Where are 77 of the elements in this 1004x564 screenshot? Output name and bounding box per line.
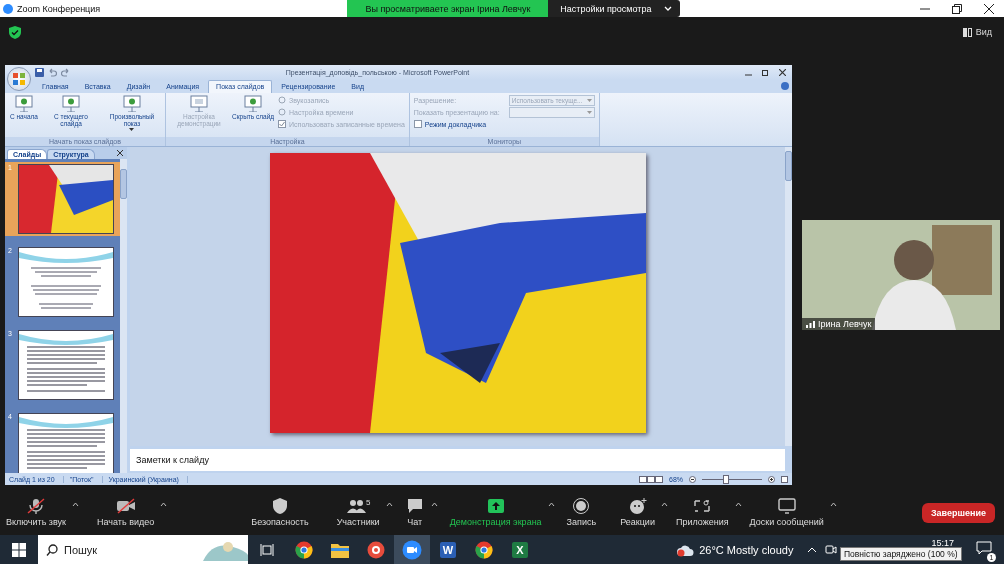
restore-icon[interactable] [952, 3, 962, 14]
notes-field[interactable]: Заметки к слайду [130, 449, 785, 471]
redo-icon[interactable] [61, 68, 70, 77]
toolbar-button[interactable]: Запись [564, 498, 599, 527]
close-icon[interactable] [117, 150, 123, 156]
caret-icon [586, 98, 592, 102]
chevron-up-icon[interactable] [807, 546, 818, 553]
signal-icon [806, 320, 815, 328]
sharing-banner: Вы просматриваете экран Ірина Левчук [347, 0, 549, 17]
excel-icon: X [512, 541, 528, 558]
window-title: Zoom Конференция [17, 3, 101, 14]
caret-icon[interactable] [660, 502, 668, 507]
weather-text[interactable]: 26°C Mostly cloudy [699, 543, 794, 556]
toolbar-button[interactable]: Демонстрация экрана [447, 498, 544, 527]
projector-screen-icon [62, 95, 80, 112]
chrome-icon [475, 540, 493, 559]
toolbar-button[interactable]: Чат [402, 498, 427, 527]
caret-icon [586, 110, 592, 114]
view-buttons-icon[interactable] [639, 475, 663, 483]
zoom-out-icon[interactable] [689, 475, 696, 483]
projector-screen-icon [244, 95, 262, 112]
windows-start-icon[interactable] [12, 542, 26, 557]
undo-icon[interactable] [48, 68, 57, 77]
toolbar-button[interactable]: Начать видео [95, 498, 157, 527]
task-view-icon[interactable] [260, 542, 274, 557]
scrollbar[interactable] [120, 159, 127, 473]
caret-icon[interactable] [734, 502, 742, 507]
scrollbar[interactable] [785, 147, 792, 446]
close-icon[interactable] [984, 3, 994, 14]
folder-icon [331, 541, 349, 558]
end-meeting-button[interactable]: Завершение [921, 502, 995, 523]
caret-icon[interactable] [72, 502, 80, 507]
projector-screen-icon [190, 95, 208, 112]
caret-icon[interactable] [547, 502, 555, 507]
checkbox-icon[interactable] [413, 120, 422, 128]
taskbar-app[interactable] [394, 535, 430, 564]
toolbar-button[interactable]: Включить звук [4, 498, 69, 527]
toolbar-button[interactable]: Реакции [618, 498, 657, 527]
close-icon[interactable] [779, 69, 786, 76]
zoom-logo-icon [3, 3, 13, 14]
participant-count: 5 [365, 498, 371, 507]
fit-window-icon[interactable] [781, 475, 788, 483]
shield-check-icon[interactable] [9, 25, 21, 39]
projector-screen-icon [15, 95, 33, 112]
circle-icon [278, 108, 287, 116]
taskbar-app[interactable]: W [430, 535, 466, 564]
circle-icon [278, 96, 287, 104]
zoom-in-icon[interactable] [768, 475, 775, 483]
participant-name: Ірина Левчук [802, 318, 876, 330]
search-field[interactable]: Пошук [38, 535, 248, 564]
projector-screen-icon [123, 95, 141, 112]
video-camera-app-icon [402, 539, 422, 560]
caret-icon[interactable] [829, 502, 837, 507]
view-options-button[interactable]: Настройки просмотра [548, 0, 680, 17]
help-icon[interactable] [781, 82, 789, 90]
toolbar-button[interactable]: Приложения [673, 498, 731, 527]
toolbar-button[interactable]: 5 Участники [334, 498, 382, 527]
taskbar-app[interactable]: X [502, 535, 538, 564]
clock-time[interactable]: 15:17 [931, 538, 954, 548]
layout-icon [962, 27, 972, 37]
app-icon [367, 540, 385, 559]
slider-thumb[interactable] [723, 474, 729, 484]
chevron-down-icon [663, 5, 672, 12]
dropdown-field[interactable] [508, 106, 595, 118]
restore-icon[interactable] [762, 69, 769, 76]
word-icon: W [440, 541, 456, 558]
toolbar-button[interactable]: Доски сообщений [747, 498, 826, 527]
save-icon[interactable] [35, 68, 44, 77]
caret-icon[interactable] [430, 502, 438, 507]
toolbar-button[interactable]: Безопасность [249, 498, 311, 527]
office-logo-icon [12, 72, 26, 86]
caret-icon[interactable] [160, 502, 168, 507]
chrome-icon [295, 540, 313, 559]
battery-tooltip: Повністю заряджено (100 %) [840, 547, 962, 561]
search-icon [46, 543, 58, 556]
webcam-icon[interactable] [825, 543, 838, 556]
caret-icon[interactable] [385, 502, 393, 507]
